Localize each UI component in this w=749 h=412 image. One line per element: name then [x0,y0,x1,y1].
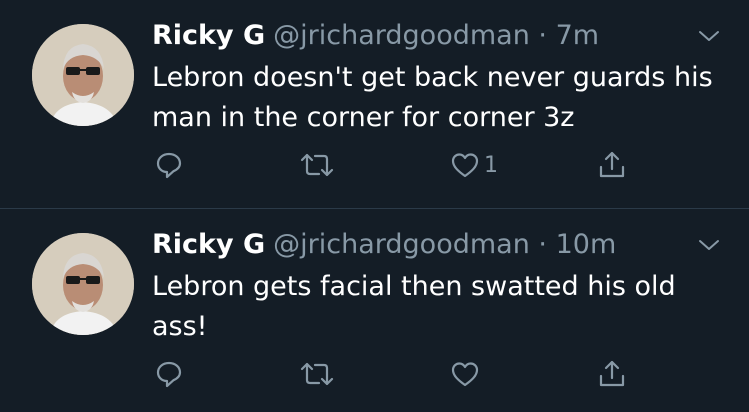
share-icon [599,151,625,178]
reply-button[interactable] [155,354,183,394]
heart-icon [451,153,479,178]
avatar[interactable] [32,24,134,126]
like-button[interactable]: 1 [450,145,498,185]
tweet-actions [0,354,749,394]
tweet-actions: 1 [0,145,749,185]
heart-icon [451,362,479,387]
chevron-down-icon[interactable] [697,233,721,257]
share-button[interactable] [598,145,626,185]
user-handle[interactable]: @jrichardgoodman [273,20,530,51]
retweet-button[interactable] [300,354,334,394]
reply-icon [156,152,182,179]
tweet[interactable]: Ricky G @jrichardgoodman · 7m Lebron does… [0,0,749,209]
tweet-text: Lebron gets facial then swatted his old … [152,271,676,342]
user-handle[interactable]: @jrichardgoodman [273,229,530,260]
separator: · [538,20,548,51]
timestamp[interactable]: 10m [556,229,617,260]
retweet-icon [300,153,334,177]
tweet[interactable]: Ricky G @jrichardgoodman · 10m Lebron get… [0,209,749,412]
tweet-header: Ricky G @jrichardgoodman · 7m [152,16,599,56]
tweet-header: Ricky G @jrichardgoodman · 10m [152,225,616,265]
timestamp[interactable]: 7m [556,20,599,51]
avatar-photo [32,24,134,126]
chevron-down-icon[interactable] [697,24,721,48]
retweet-icon [300,362,334,386]
reply-icon [156,361,182,388]
display-name[interactable]: Ricky G [152,20,265,51]
avatar[interactable] [32,233,134,335]
share-icon [599,360,625,387]
separator: · [538,229,548,260]
like-button[interactable] [450,354,484,394]
retweet-button[interactable] [300,145,334,185]
share-button[interactable] [598,354,626,394]
display-name[interactable]: Ricky G [152,229,265,260]
reply-button[interactable] [155,145,183,185]
like-count: 1 [484,152,498,178]
tweet-text: Lebron doesn't get back never guards his… [152,62,713,133]
avatar-photo [32,233,134,335]
